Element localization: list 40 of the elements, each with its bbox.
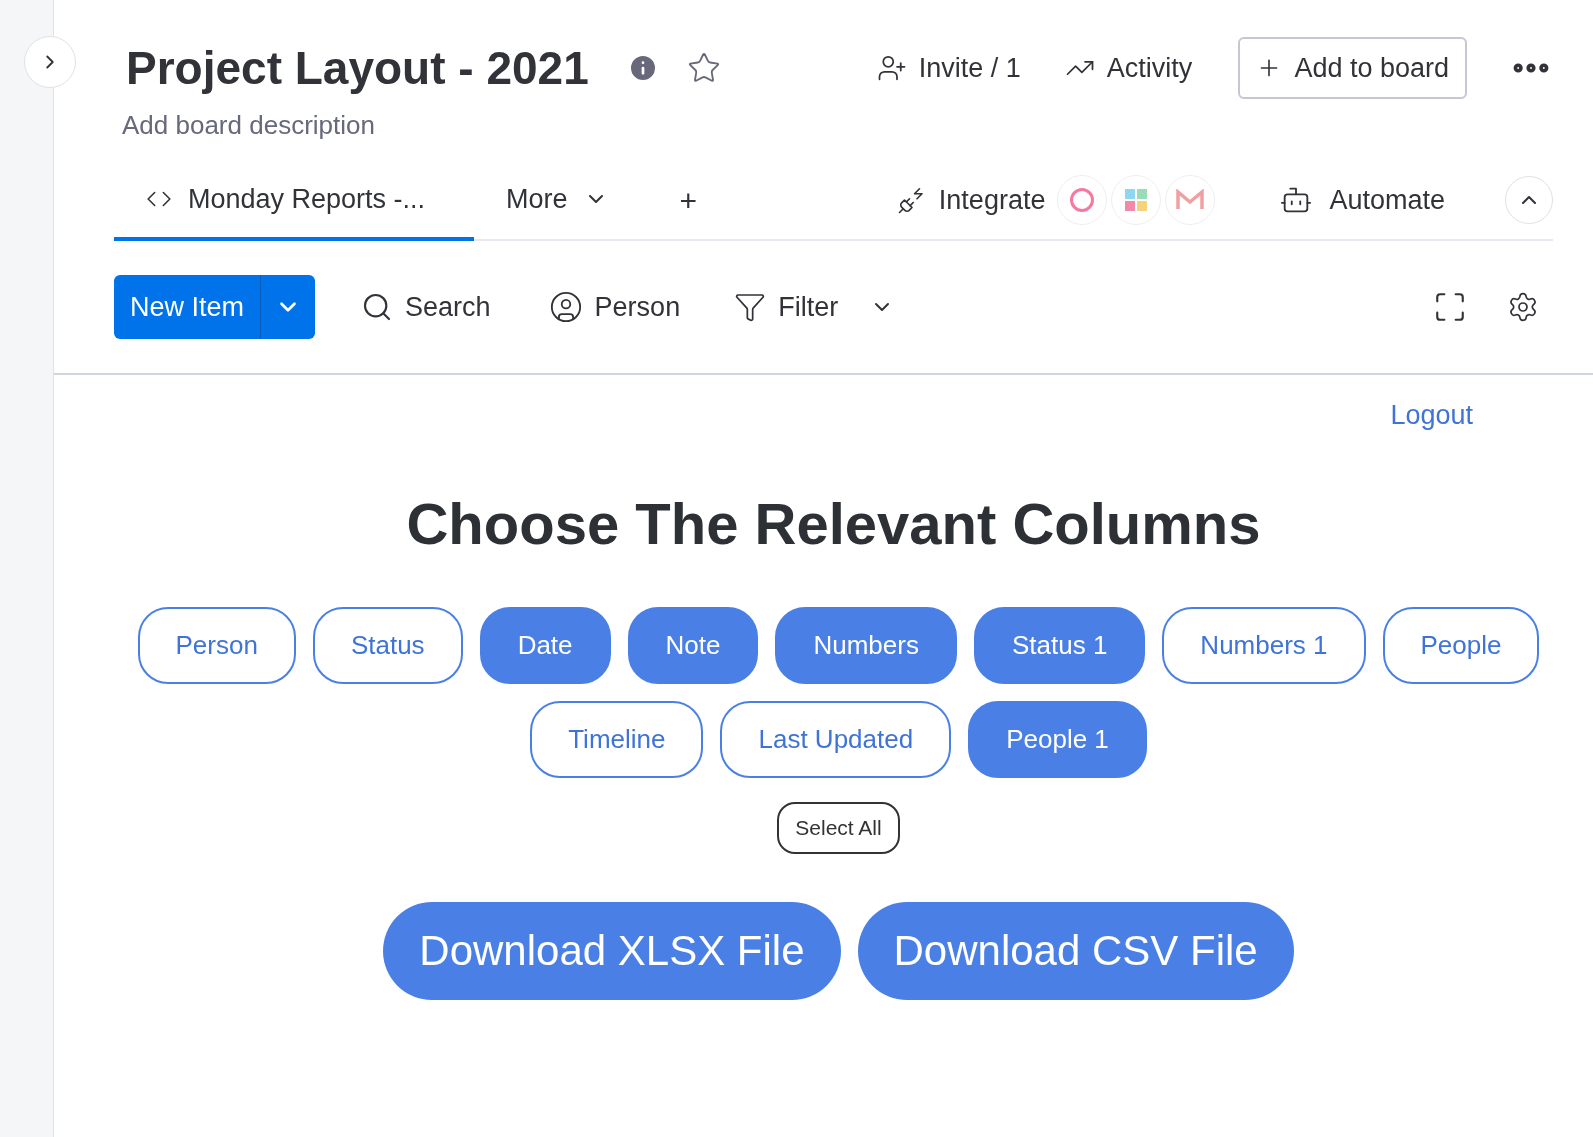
column-toggle[interactable]: Person: [137, 606, 296, 684]
column-toggle[interactable]: Note: [627, 606, 759, 684]
column-toggle[interactable]: Date: [479, 606, 611, 684]
column-toggle[interactable]: Timeline: [530, 700, 704, 778]
filter-button[interactable]: Filter: [734, 286, 895, 328]
download-button[interactable]: Download XLSX File: [383, 901, 841, 1000]
column-toggle[interactable]: Numbers 1: [1162, 606, 1366, 684]
board-title: Project Layout - 2021: [126, 40, 589, 96]
user-plus-icon: [876, 53, 907, 83]
person-icon: [548, 290, 583, 324]
board-tab[interactable]: Monday Reports -...: [114, 161, 474, 241]
column-toggle[interactable]: Last Updated: [720, 700, 952, 778]
board-description: Add board description: [122, 109, 376, 142]
add-tab-button[interactable]: +: [639, 161, 738, 239]
fullscreen-icon[interactable]: [1433, 290, 1467, 324]
columns-heading: Choose The Relevant Columns: [406, 489, 1261, 558]
logout-link[interactable]: Logout: [1390, 395, 1473, 436]
add-to-board-button[interactable]: Add to board: [1238, 37, 1467, 99]
column-toggle[interactable]: Status: [312, 606, 463, 684]
new-item-button[interactable]: New Item: [114, 275, 316, 339]
download-button[interactable]: Download CSV File: [857, 901, 1294, 1000]
column-toggle[interactable]: People: [1382, 606, 1540, 684]
select-all-button[interactable]: Select All: [777, 801, 900, 854]
board-tab[interactable]: More: [474, 161, 640, 241]
integrate-button[interactable]: Integrate: [896, 161, 1046, 239]
mail-logo-icon: [1165, 175, 1216, 225]
automate-button[interactable]: Automate: [1279, 161, 1445, 239]
filter-icon: [734, 291, 767, 323]
column-toggle[interactable]: Numbers: [775, 606, 957, 684]
settings-icon[interactable]: [1507, 291, 1539, 323]
column-toggle[interactable]: People 1: [968, 700, 1147, 778]
invite-button[interactable]: Invite / 1: [876, 47, 1021, 89]
new-item-label[interactable]: New Item: [114, 275, 262, 339]
star-icon[interactable]: [686, 51, 721, 85]
person-filter-button[interactable]: Person: [548, 286, 681, 328]
app-logo-icon: [1057, 175, 1108, 225]
activity-button[interactable]: Activity: [1064, 47, 1193, 89]
column-toggle[interactable]: Status 1: [973, 606, 1146, 684]
app-logo-icon: [1111, 175, 1162, 225]
search-button[interactable]: Search: [361, 286, 491, 328]
